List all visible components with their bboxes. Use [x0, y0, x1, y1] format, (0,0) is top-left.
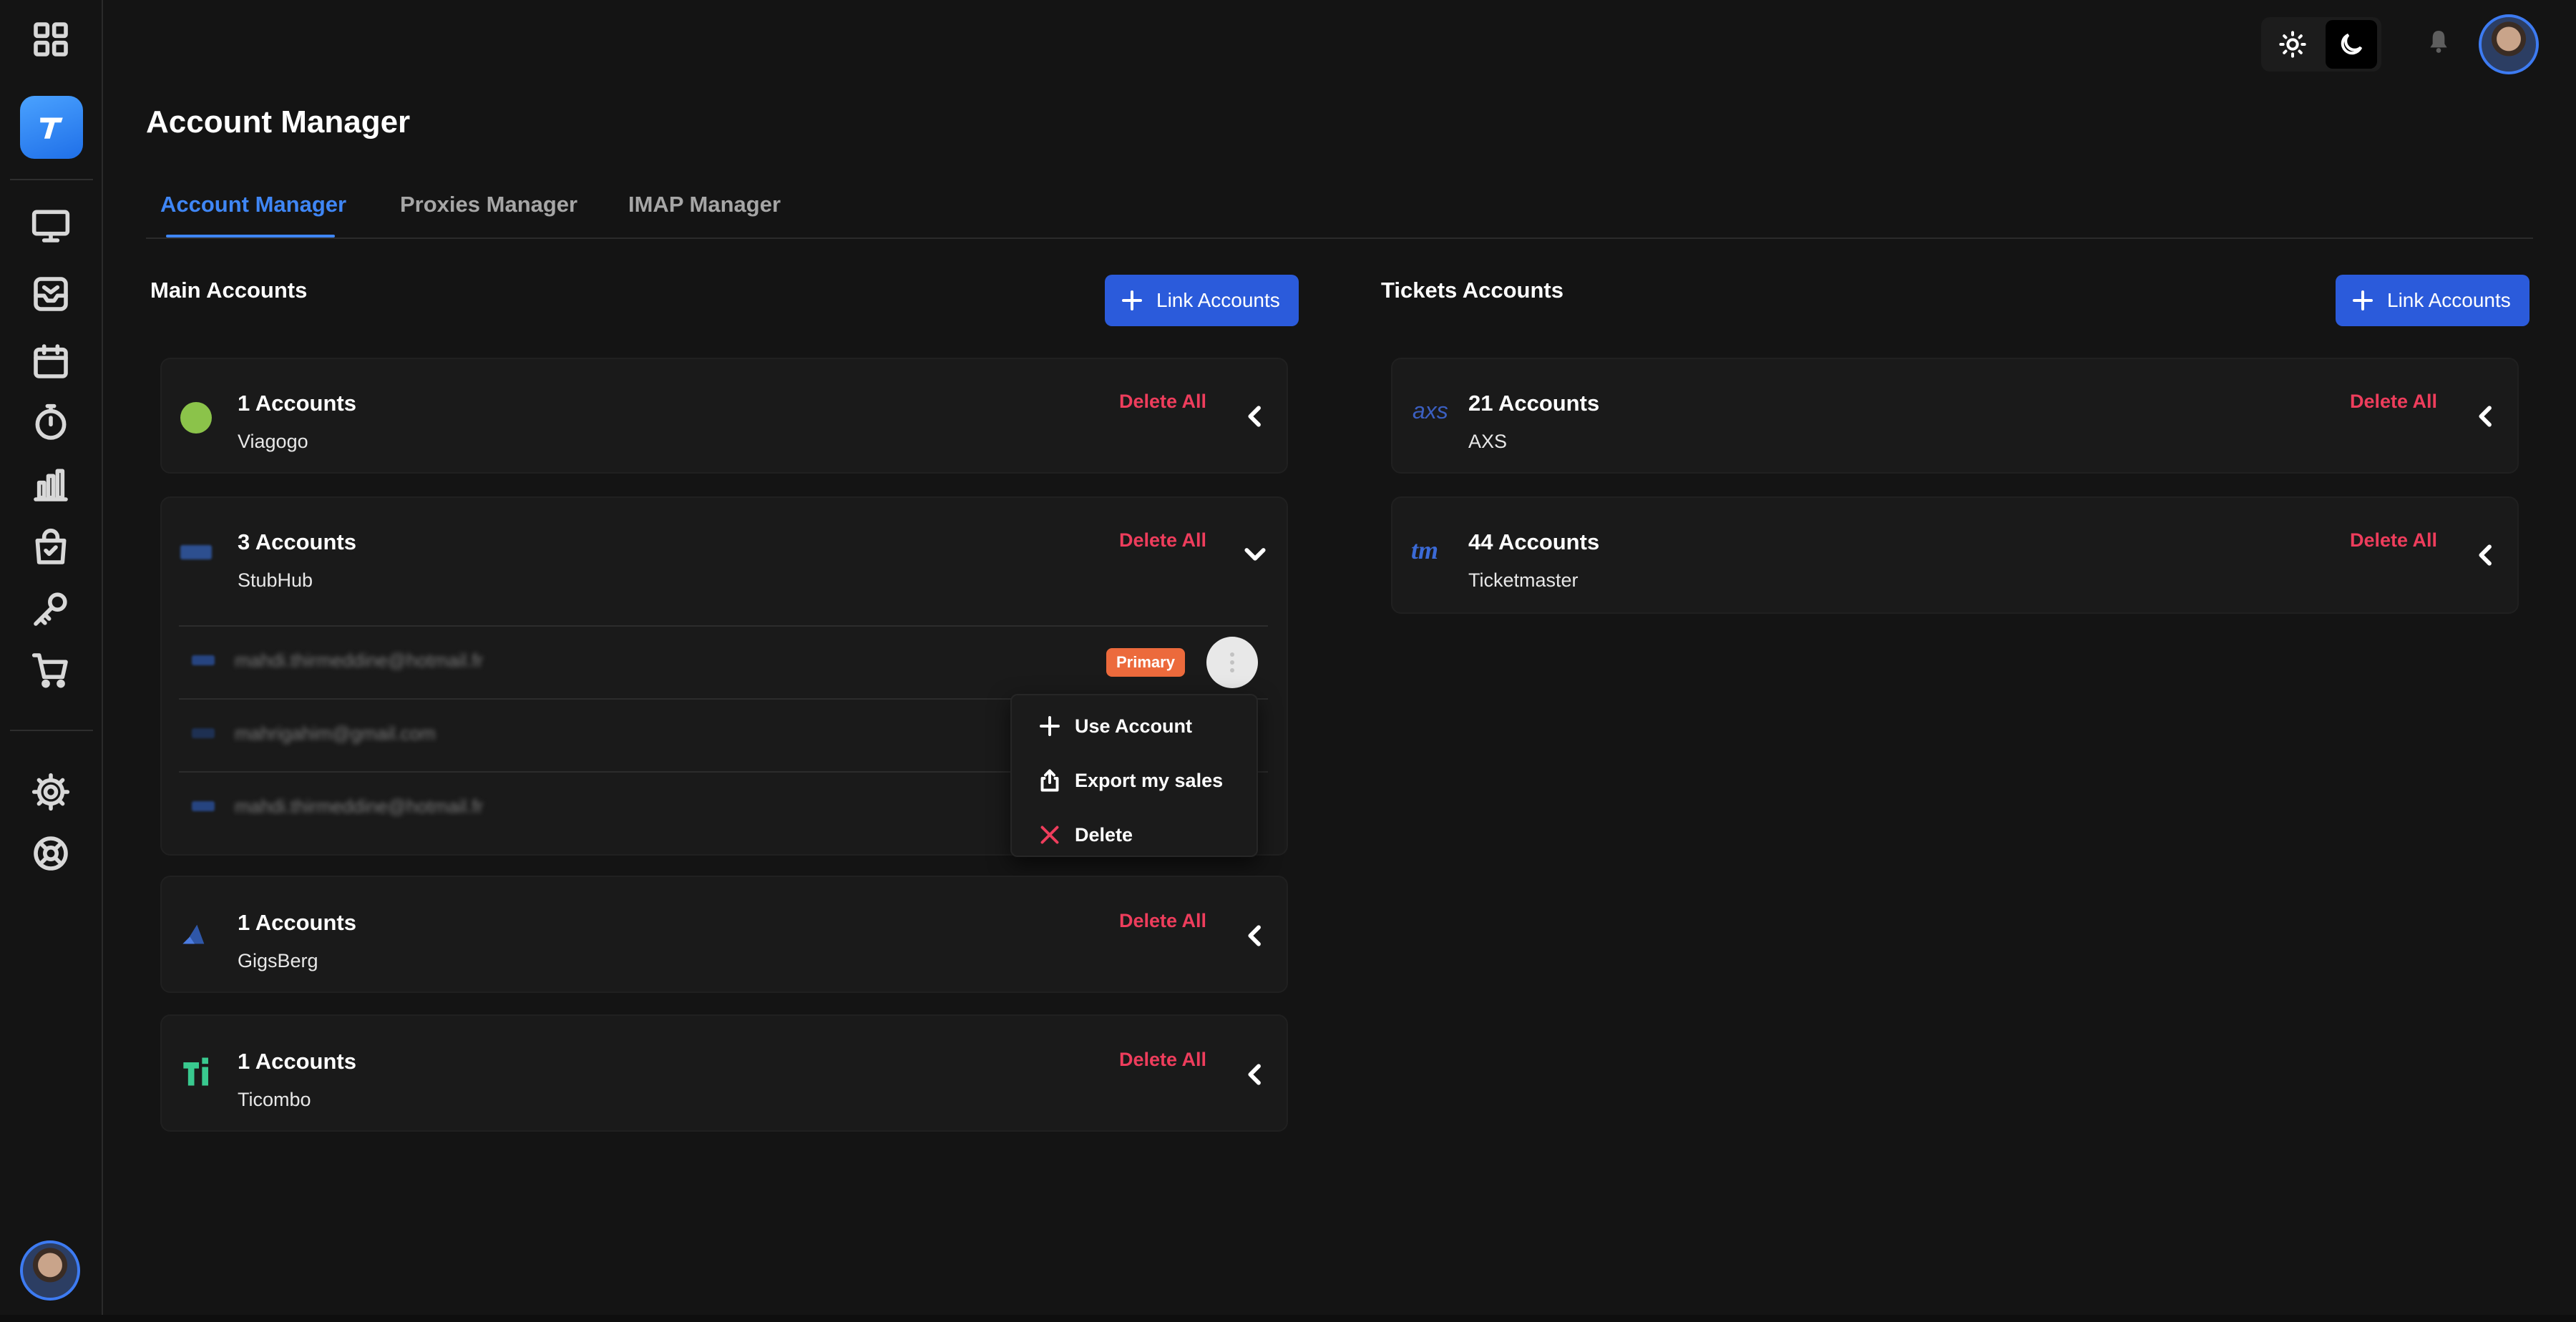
- provider-name: Viagogo: [238, 431, 308, 452]
- sidebar-user-avatar[interactable]: [20, 1240, 80, 1301]
- delete-all-button[interactable]: Delete All: [2350, 529, 2437, 552]
- account-email: mahdi.thirmeddine@hotmail.fr: [235, 650, 484, 671]
- link-accounts-label: Link Accounts: [1156, 289, 1280, 311]
- main-link-accounts-button[interactable]: Link Accounts: [1105, 275, 1299, 326]
- chevron-left-icon[interactable]: [2472, 402, 2500, 431]
- menu-item-label: Use Account: [1075, 715, 1193, 737]
- chevron-left-icon[interactable]: [1241, 402, 1269, 431]
- theme-toggle: [2261, 17, 2381, 72]
- dark-theme-button[interactable]: [2326, 20, 2377, 69]
- tab-account-manager[interactable]: Account Manager: [160, 192, 346, 217]
- account-count: 1 Accounts: [238, 910, 356, 935]
- shopping-bag-check-icon[interactable]: [23, 519, 79, 575]
- menu-item-delete[interactable]: Delete: [1036, 817, 1133, 853]
- moon-icon: [2341, 33, 2363, 55]
- provider-name: Ticombo: [238, 1089, 311, 1110]
- inbox-icon[interactable]: [23, 266, 79, 322]
- provider-name: GigsBerg: [238, 950, 318, 971]
- notifications-button[interactable]: [2417, 20, 2460, 63]
- apps-grid-icon[interactable]: [23, 11, 79, 67]
- menu-item-use-account[interactable]: Use Account: [1036, 708, 1192, 744]
- link-accounts-label: Link Accounts: [2387, 289, 2511, 311]
- main-accounts-title: Main Accounts: [150, 278, 308, 303]
- ticketmaster-logo: tm: [1411, 536, 1439, 564]
- tab-proxies-manager[interactable]: Proxies Manager: [400, 192, 577, 217]
- account-count: 21 Accounts: [1468, 391, 1600, 416]
- stopwatch-icon[interactable]: [23, 395, 79, 451]
- bottom-edge: [0, 1315, 2576, 1322]
- bar-chart-icon[interactable]: [23, 456, 79, 512]
- light-theme-button[interactable]: [2267, 20, 2318, 69]
- stubhub-mini-logo: [192, 801, 215, 811]
- account-email: mahdi.thirmeddine@hotmail.fr: [235, 795, 484, 817]
- axs-logo: axs: [1413, 398, 1448, 423]
- stubhub-mini-logo: [192, 655, 215, 665]
- calendar-icon[interactable]: [23, 333, 79, 389]
- account-group-axs: axs 21 Accounts AXS Delete All: [1391, 358, 2519, 474]
- menu-item-export-sales[interactable]: Export my sales: [1036, 763, 1223, 798]
- account-count: 1 Accounts: [238, 391, 356, 416]
- chevron-down-icon[interactable]: [1241, 539, 1269, 568]
- settings-gear-icon[interactable]: [23, 764, 79, 820]
- chevron-left-icon[interactable]: [1241, 921, 1269, 950]
- support-lifebuoy-icon[interactable]: [23, 826, 79, 881]
- delete-all-button[interactable]: Delete All: [1119, 1049, 1206, 1071]
- close-icon: [1036, 821, 1063, 848]
- delete-all-button[interactable]: Delete All: [1119, 910, 1206, 932]
- provider-name: Ticketmaster: [1468, 569, 1579, 591]
- cart-icon[interactable]: [23, 642, 79, 698]
- account-group-viagogo: 1 Accounts Viagogo Delete All: [160, 358, 1288, 474]
- page-title: Account Manager: [146, 104, 411, 139]
- tickets-link-accounts-button[interactable]: Link Accounts: [2336, 275, 2529, 326]
- sun-icon: [2279, 31, 2306, 58]
- delete-all-button[interactable]: Delete All: [1119, 529, 1206, 552]
- bell-icon: [2430, 31, 2447, 53]
- app-logo[interactable]: [20, 96, 83, 159]
- ticombo-logo: [180, 1053, 218, 1090]
- chevron-left-icon[interactable]: [2472, 541, 2500, 569]
- tab-imap-manager[interactable]: IMAP Manager: [628, 192, 781, 217]
- account-group-ticombo: 1 Accounts Ticombo Delete All: [160, 1014, 1288, 1132]
- sidebar: [0, 0, 103, 1322]
- gigsberg-logo: [180, 920, 209, 949]
- active-tab-indicator: [166, 235, 335, 238]
- stubhub-mini-logo: [192, 728, 215, 738]
- plus-icon: [2351, 289, 2374, 312]
- account-group-ticketmaster: tm 44 Accounts Ticketmaster Delete All: [1391, 496, 2519, 614]
- tickets-accounts-title: Tickets Accounts: [1381, 278, 1563, 303]
- sidebar-divider: [10, 179, 93, 180]
- sidebar-divider: [10, 730, 93, 731]
- account-group-gigsberg: 1 Accounts GigsBerg Delete All: [160, 876, 1288, 993]
- delete-all-button[interactable]: Delete All: [1119, 391, 1206, 413]
- account-count: 3 Accounts: [238, 529, 356, 554]
- stubhub-logo: [180, 545, 212, 559]
- share-icon: [1036, 767, 1063, 794]
- viagogo-logo: [180, 402, 212, 434]
- more-options-button[interactable]: [1206, 637, 1258, 688]
- account-email: mahrigahim@gmail.com: [235, 723, 436, 744]
- header-user-avatar[interactable]: [2479, 14, 2539, 74]
- list-item[interactable]: mahdi.thirmeddine@hotmail.fr: [179, 625, 1268, 697]
- plus-icon: [1121, 289, 1143, 312]
- menu-item-label: Delete: [1075, 823, 1133, 846]
- account-context-menu: Use Account Export my sales Delete: [1010, 694, 1258, 857]
- account-count: 1 Accounts: [238, 1049, 356, 1074]
- delete-all-button[interactable]: Delete All: [2350, 391, 2437, 413]
- tab-bar: Account Manager Proxies Manager IMAP Man…: [146, 187, 2533, 239]
- provider-name: StubHub: [238, 569, 313, 591]
- primary-badge: Primary: [1106, 648, 1185, 677]
- account-count: 44 Accounts: [1468, 529, 1600, 554]
- provider-name: AXS: [1468, 431, 1508, 452]
- plus-icon: [1036, 713, 1063, 740]
- monitor-icon[interactable]: [23, 197, 79, 253]
- chevron-left-icon[interactable]: [1241, 1060, 1269, 1089]
- menu-item-label: Export my sales: [1075, 769, 1224, 791]
- key-icon[interactable]: [23, 581, 79, 637]
